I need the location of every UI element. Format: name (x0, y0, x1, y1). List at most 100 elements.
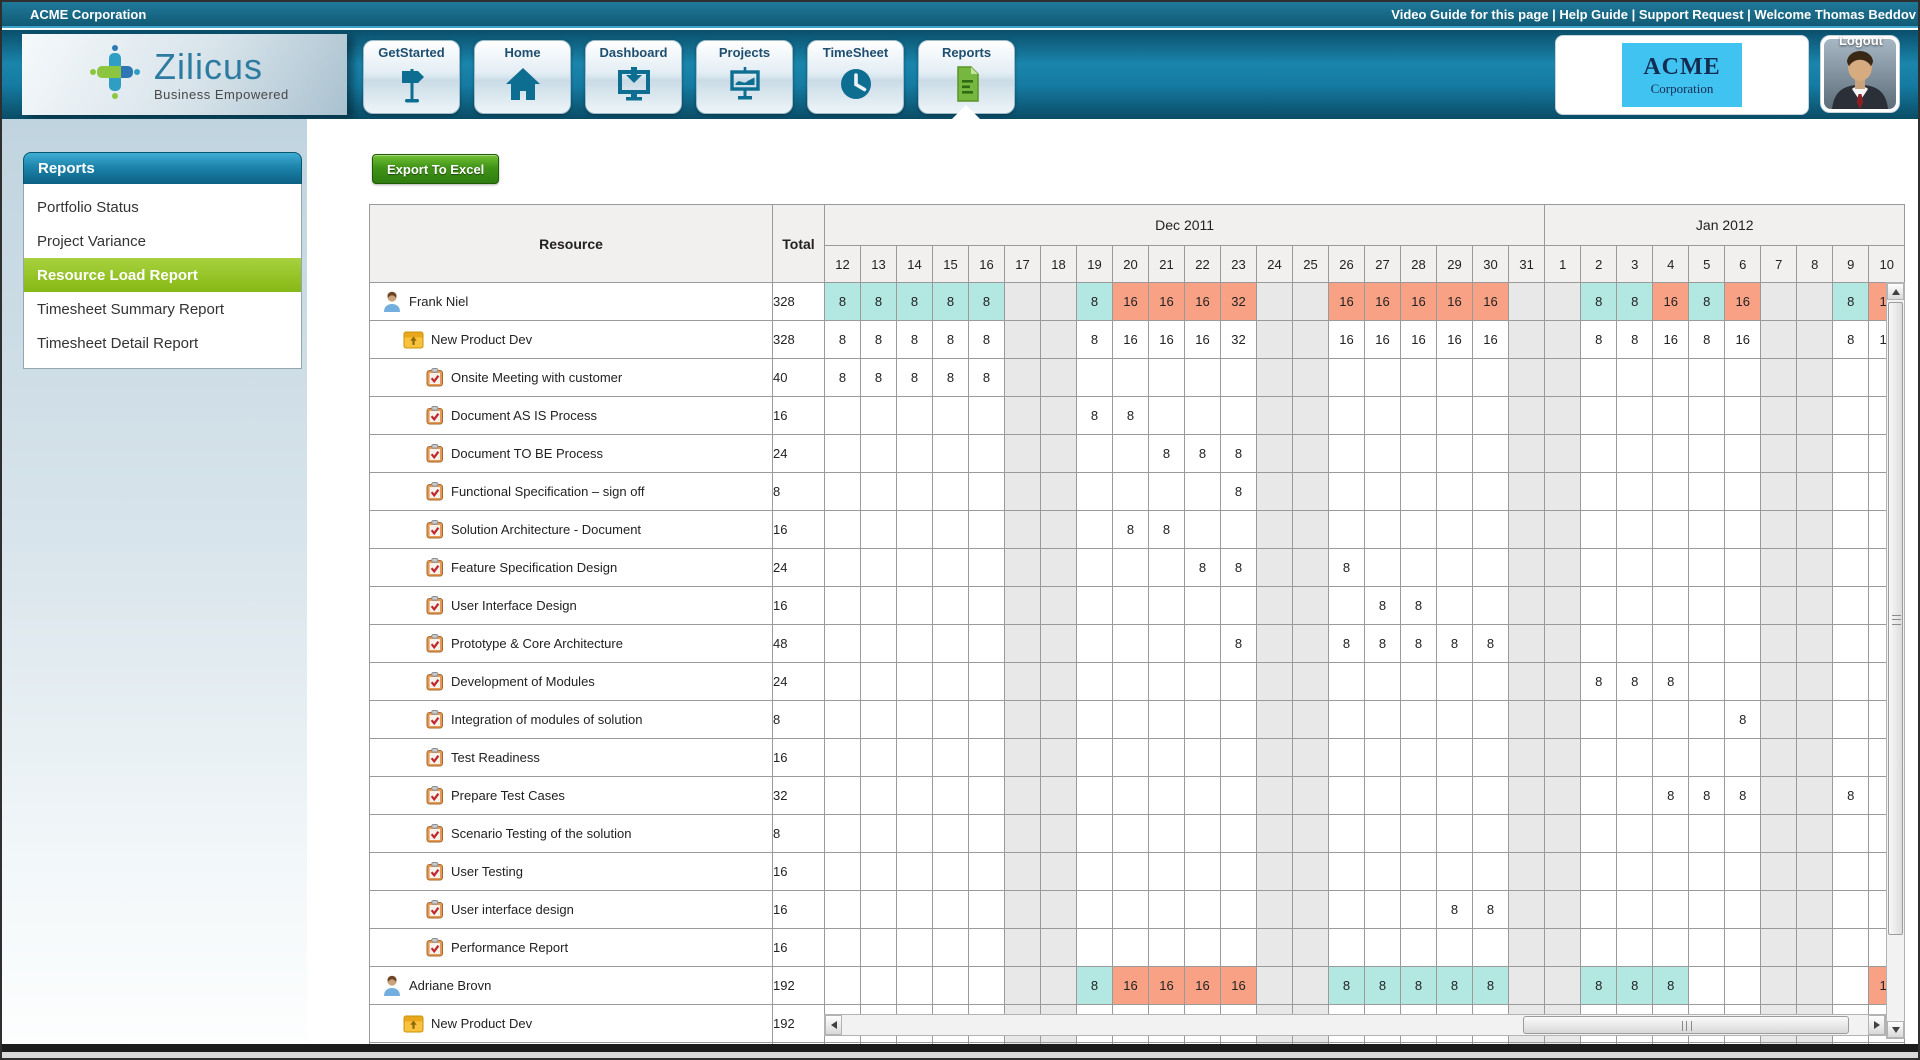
load-cell (1257, 435, 1293, 473)
reports-sidebar: Reports Portfolio Status Project Varianc… (23, 152, 302, 369)
horizontal-scroll-thumb[interactable] (1523, 1016, 1849, 1034)
scroll-down-arrow[interactable] (1887, 1021, 1904, 1038)
resource-cell[interactable]: User Interface Design (370, 587, 773, 625)
resource-cell[interactable]: New Product Dev (370, 1005, 773, 1043)
tab-dashboard[interactable]: Dashboard (585, 40, 682, 114)
resource-cell[interactable]: Adriane Brovn (370, 967, 773, 1005)
load-cell (1401, 663, 1437, 701)
load-cell (1041, 321, 1077, 359)
load-cell (1797, 397, 1833, 435)
load-cell (861, 929, 897, 967)
export-to-excel-button[interactable]: Export To Excel (372, 154, 499, 184)
vertical-scroll-thumb[interactable] (1888, 302, 1903, 935)
sidebar-item-resource-load-report[interactable]: Resource Load Report (24, 258, 301, 292)
tab-timesheet[interactable]: TimeSheet (807, 40, 904, 114)
load-cell (1113, 777, 1149, 815)
resource-cell[interactable]: Performance Report (370, 929, 773, 967)
load-cell (1581, 739, 1617, 777)
sidebar-item-portfolio-status[interactable]: Portfolio Status (24, 190, 301, 224)
resource-cell[interactable]: Document AS IS Process (370, 397, 773, 435)
load-cell (1545, 815, 1581, 853)
clock-icon (836, 63, 876, 110)
load-cell (825, 435, 861, 473)
resource-cell[interactable]: Prototype & Core Architecture (370, 625, 773, 663)
load-cell (1041, 891, 1077, 929)
load-cell (1437, 549, 1473, 587)
load-cell (933, 473, 969, 511)
load-cell (1653, 435, 1689, 473)
resource-cell[interactable]: Development of Modules (370, 663, 773, 701)
sidebar-item-timesheet-summary[interactable]: Timesheet Summary Report (24, 292, 301, 326)
task-icon (426, 634, 444, 653)
resource-cell[interactable]: User Testing (370, 853, 773, 891)
load-cell (1437, 435, 1473, 473)
header-links[interactable]: Video Guide for this page | Help Guide |… (1391, 7, 1916, 22)
day-header: 26 (1329, 246, 1365, 283)
scroll-right-arrow[interactable] (1868, 1015, 1885, 1035)
load-cell: 16 (1221, 967, 1257, 1005)
resource-cell[interactable]: Scenario Testing of the solution (370, 815, 773, 853)
zilicus-logo-text: Zilicus Business Empowered (154, 49, 289, 101)
horizontal-scrollbar[interactable] (824, 1014, 1886, 1036)
tab-getstarted[interactable]: GetStarted (363, 40, 460, 114)
logo-tagline: Business Empowered (154, 88, 289, 101)
load-cell (861, 967, 897, 1005)
sidebar-item-project-variance[interactable]: Project Variance (24, 224, 301, 258)
load-cell (1149, 663, 1185, 701)
load-cell (1257, 587, 1293, 625)
resource-cell[interactable]: Frank Niel (370, 283, 773, 321)
load-cell (1473, 663, 1509, 701)
load-cell (1185, 815, 1221, 853)
grid-row-task: User Testing16 (370, 853, 1905, 891)
scroll-up-arrow[interactable] (1887, 283, 1904, 300)
load-cell (1113, 663, 1149, 701)
report-icon (947, 63, 987, 110)
resource-cell[interactable]: Integration of modules of solution (370, 701, 773, 739)
window-bottom-bar (2, 1044, 1918, 1052)
load-cell (1113, 739, 1149, 777)
load-cell (1005, 967, 1041, 1005)
load-cell: 16 (1473, 321, 1509, 359)
scroll-left-arrow[interactable] (825, 1015, 842, 1035)
resource-cell[interactable]: User interface design (370, 891, 773, 929)
load-cell: 8 (1401, 625, 1437, 663)
load-cell (1005, 321, 1041, 359)
grid-row-task: Prototype & Core Architecture48888888 (370, 625, 1905, 663)
resource-cell[interactable]: Feature Specification Design (370, 549, 773, 587)
total-cell: 16 (773, 891, 825, 929)
logout-link[interactable]: Logout (1826, 33, 1896, 48)
resource-cell[interactable]: Test Readiness (370, 739, 773, 777)
load-cell: 8 (1653, 967, 1689, 1005)
resource-cell[interactable]: Functional Specification – sign off (370, 473, 773, 511)
org-logo-box: ACME Corporation (1555, 35, 1809, 115)
load-cell (1365, 359, 1401, 397)
load-cell (1473, 397, 1509, 435)
sidebar-item-timesheet-detail[interactable]: Timesheet Detail Report (24, 326, 301, 360)
load-cell (1149, 473, 1185, 511)
load-cell (825, 473, 861, 511)
day-header: 19 (1077, 246, 1113, 283)
tab-projects[interactable]: Projects (696, 40, 793, 114)
resource-cell[interactable]: New Product Dev (370, 321, 773, 359)
resource-cell[interactable]: Prepare Test Cases (370, 777, 773, 815)
resource-cell[interactable]: Document TO BE Process (370, 435, 773, 473)
resource-cell[interactable]: Onsite Meeting with customer (370, 359, 773, 397)
resource-cell[interactable]: Solution Architecture - Document (370, 511, 773, 549)
load-cell (1581, 473, 1617, 511)
load-cell (1365, 815, 1401, 853)
load-cell: 8 (1581, 321, 1617, 359)
load-cell (1833, 587, 1869, 625)
load-cell: 8 (1833, 777, 1869, 815)
load-cell (1329, 435, 1365, 473)
load-cell (1257, 739, 1293, 777)
load-cell: 16 (1329, 283, 1365, 321)
load-cell (1545, 663, 1581, 701)
load-cell (1365, 663, 1401, 701)
load-cell (969, 815, 1005, 853)
vertical-scrollbar[interactable] (1886, 282, 1905, 1039)
title-bar: ACME Corporation Video Guide for this pa… (2, 2, 1918, 28)
load-cell (1365, 397, 1401, 435)
tab-home[interactable]: Home (474, 40, 571, 114)
resource-name: User Interface Design (451, 598, 577, 613)
tab-reports[interactable]: Reports (918, 40, 1015, 114)
